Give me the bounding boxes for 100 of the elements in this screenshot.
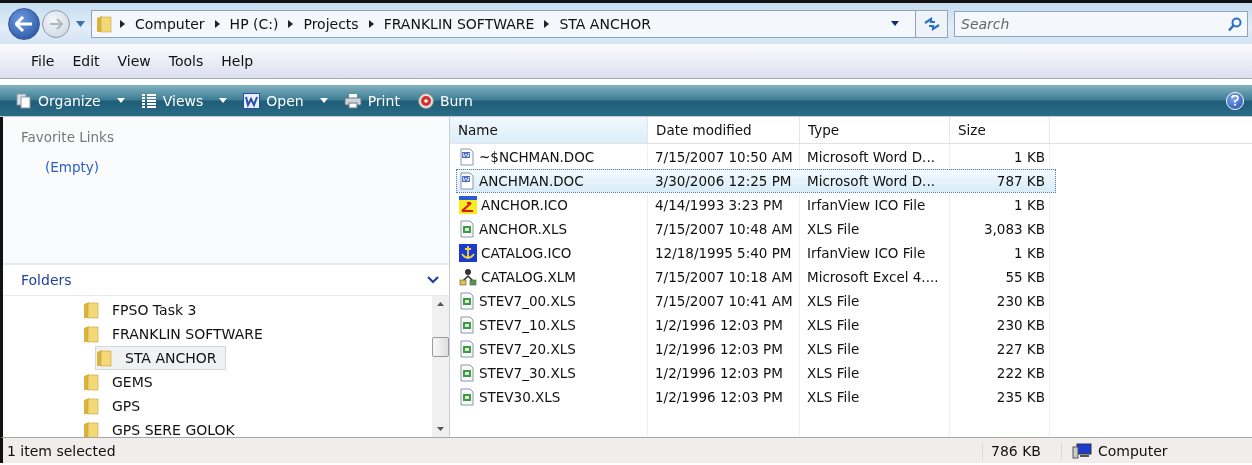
- file-row[interactable]: STEV7_30.XLS 1/2/1996 12:03 PM XLS File 222 KB: [456, 361, 1056, 385]
- file-row[interactable]: STEV7_00.XLS 7/15/2007 10:41 AM XLS File 230 KB: [456, 289, 1056, 313]
- toolbar-button[interactable]: Views: [138, 90, 206, 111]
- file-name: STEV7_10.XLS: [479, 317, 576, 333]
- file-row[interactable]: ANCHOR.XLS 7/15/2007 10:48 AM XLS File 3,083 KB: [456, 217, 1056, 241]
- file-name: ANCHOR.ICO: [481, 197, 568, 213]
- breadcrumb[interactable]: Projects: [301, 15, 361, 32]
- breadcrumb[interactable]: FRANKLIN SOFTWARE: [381, 15, 537, 32]
- folder-tree-item[interactable]: FPSO Task 3: [107, 300, 202, 320]
- chevron-icon: [544, 19, 550, 28]
- date-cell-text: 12/18/1995 5:40 PM: [654, 245, 793, 261]
- folder-icon: [83, 397, 99, 415]
- network-icon: [459, 268, 477, 286]
- file-name: ANCHMAN.DOC: [479, 173, 584, 189]
- size-cell-text: 1 KB: [1013, 197, 1046, 213]
- type-cell-text: XLS File: [806, 365, 861, 381]
- size-cell-text: 230 KB: [995, 317, 1046, 333]
- refresh-icon[interactable]: [922, 16, 941, 31]
- date-cell-text: 7/15/2007 10:18 AM: [654, 269, 794, 285]
- type-cell-text: Microsoft Word D...: [806, 149, 936, 165]
- back-button[interactable]: [8, 7, 40, 40]
- list-view-icon: [140, 92, 157, 109]
- caret-icon[interactable]: [116, 98, 125, 103]
- section-title[interactable]: Folders: [21, 272, 72, 288]
- folder-tree-item[interactable]: FRANKLIN SOFTWARE: [107, 324, 268, 344]
- date-cell-text: 4/14/1993 3:23 PM: [654, 197, 784, 213]
- menu-item[interactable]: Help: [212, 51, 263, 71]
- date-cell-text: 1/2/1996 12:03 PM: [654, 365, 784, 381]
- date-cell-text: 7/15/2007 10:50 AM: [654, 149, 794, 165]
- caret-icon[interactable]: [891, 21, 899, 26]
- size-cell-text: 1 KB: [1013, 245, 1046, 261]
- size-cell-text: 787 KB: [995, 173, 1046, 189]
- back-arrow-icon[interactable]: [15, 15, 33, 32]
- file-row[interactable]: CATALOG.XLM 7/15/2007 10:18 AM Microsoft Excel 4.... 55 KB: [456, 265, 1056, 289]
- chevron-icon: [368, 19, 374, 28]
- folder-tree-item[interactable]: GEMS: [107, 372, 158, 392]
- history-dropdown[interactable]: [76, 20, 85, 27]
- anchor-icon: [459, 244, 477, 262]
- caret-icon[interactable]: [219, 98, 228, 103]
- date-cell-text: 1/2/1996 12:03 PM: [654, 341, 784, 357]
- type-cell-text: XLS File: [806, 317, 861, 333]
- size-cell-text: 222 KB: [995, 365, 1046, 381]
- spreadsheet-icon: [459, 316, 475, 334]
- chevron-icon: [288, 19, 294, 28]
- size-cell-text: 55 KB: [1004, 269, 1046, 285]
- search-field[interactable]: Search: [954, 10, 1248, 37]
- type-cell-text: Microsoft Word D...: [806, 173, 936, 189]
- scroll-up-button[interactable]: [437, 302, 444, 306]
- folder-icon: [83, 373, 99, 391]
- scrollbar-thumb[interactable]: [432, 336, 449, 357]
- section-title: Favorite Links: [21, 129, 115, 145]
- toolbar-button[interactable]: Print: [341, 90, 402, 111]
- status-text: 1 item selected: [6, 442, 117, 459]
- menu-item[interactable]: Edit: [63, 51, 109, 71]
- scrollbar[interactable]: [432, 296, 449, 437]
- chevron-icon: [120, 19, 125, 28]
- breadcrumb[interactable]: STA ANCHOR: [557, 15, 653, 32]
- file-row[interactable]: STEV30.XLS 1/2/1996 12:03 PM XLS File 235 KB: [456, 385, 1056, 409]
- file-row[interactable]: STEV7_20.XLS 1/2/1996 12:03 PM XLS File 227 KB: [456, 337, 1056, 361]
- toolbar-button[interactable]: Open: [241, 90, 306, 111]
- toolbar-button[interactable]: Organize: [14, 90, 103, 111]
- spreadsheet-icon: [459, 364, 475, 382]
- disc-icon: [417, 92, 434, 109]
- type-cell-text: Microsoft Excel 4....: [806, 269, 940, 285]
- type-cell-text: XLS File: [806, 389, 861, 405]
- date-cell-text: 7/15/2007 10:41 AM: [654, 293, 794, 309]
- file-name: CATALOG.XLM: [481, 269, 576, 285]
- menu-item[interactable]: Tools: [159, 51, 213, 71]
- chevron-icon: [214, 19, 220, 28]
- file-row[interactable]: CATALOG.ICO 12/18/1995 5:40 PM IrfanView ICO File 1 KB: [456, 241, 1056, 265]
- column-header[interactable]: Name: [450, 117, 648, 143]
- refresh-button[interactable]: [915, 10, 947, 37]
- type-cell-text: XLS File: [806, 221, 861, 237]
- folder-tree-item[interactable]: GPS: [107, 396, 146, 416]
- date-cell-text: 1/2/1996 12:03 PM: [654, 317, 784, 333]
- menu-item[interactable]: File: [22, 51, 64, 71]
- file-name: STEV7_00.XLS: [479, 293, 576, 309]
- search-icon[interactable]: [1228, 16, 1242, 32]
- toolbar-button[interactable]: Burn: [415, 90, 475, 111]
- folder-icon: [96, 14, 112, 33]
- status-location: Computer: [1098, 442, 1168, 459]
- document-icon: [459, 148, 475, 166]
- address-bar[interactable]: Computer HP (C:) Projects FRANKLIN SOFTWARE STA ANCHOR: [91, 9, 948, 38]
- type-cell-text: IrfanView ICO File: [806, 197, 927, 213]
- folder-icon: [83, 301, 99, 319]
- chevron-down-icon[interactable]: [427, 276, 439, 284]
- file-row[interactable]: STEV7_10.XLS 1/2/1996 12:03 PM XLS File 230 KB: [456, 313, 1056, 337]
- caret-icon[interactable]: [319, 98, 328, 103]
- scroll-down-button[interactable]: [437, 427, 444, 431]
- breadcrumb[interactable]: Computer: [133, 15, 207, 32]
- file-name: STEV7_20.XLS: [479, 341, 576, 357]
- file-row[interactable]: ANCHOR.ICO 4/14/1993 3:23 PM IrfanView ICO File 1 KB: [456, 193, 1056, 217]
- breadcrumb[interactable]: HP (C:): [227, 15, 281, 32]
- file-row[interactable]: ~$NCHMAN.DOC 7/15/2007 10:50 AM Microsoft Word D... 1 KB: [456, 145, 1056, 169]
- help-icon[interactable]: [1226, 91, 1244, 110]
- spreadsheet-icon: [459, 388, 475, 406]
- word-icon: [243, 92, 261, 109]
- menu-item[interactable]: View: [108, 51, 160, 71]
- file-row[interactable]: ANCHMAN.DOC 3/30/2006 12:25 PM Microsoft Word D... 787 KB: [456, 169, 1056, 193]
- folder-tree-item[interactable]: GPS SERE GOLOK: [107, 420, 240, 437]
